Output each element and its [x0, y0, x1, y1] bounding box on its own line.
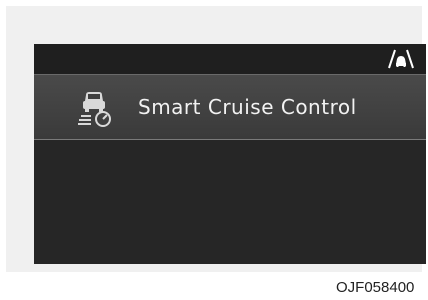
menu-item-smart-cruise-control[interactable]: Smart Cruise Control: [34, 74, 426, 140]
menu-item-label: Smart Cruise Control: [138, 95, 357, 119]
smart-cruise-control-icon: [78, 92, 111, 127]
display-content-area: [34, 140, 426, 264]
figure-frame: Smart Cruise Control OJF058400: [0, 0, 428, 300]
figure-code: OJF058400: [336, 279, 415, 296]
lane-assist-car-icon: [388, 49, 414, 69]
cluster-display: Smart Cruise Control: [34, 44, 426, 264]
display-status-bar: [34, 44, 426, 74]
